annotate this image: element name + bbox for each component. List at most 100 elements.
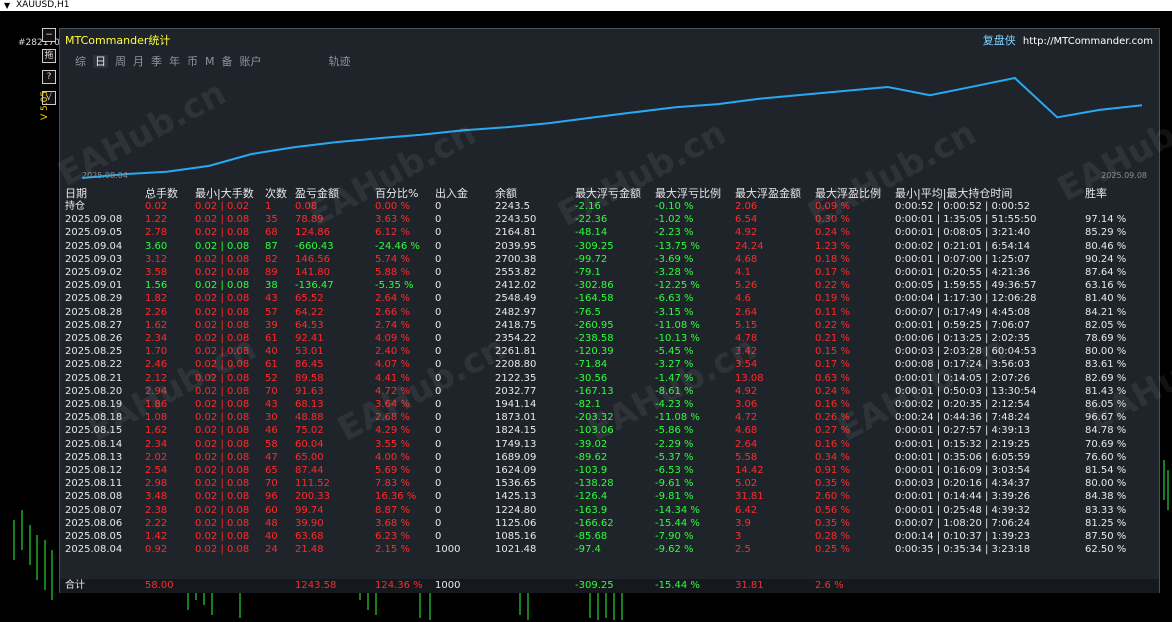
table-cell: 0:00:01 | 0:07:00 | 1:25:07 [895, 253, 1031, 265]
tab-9[interactable]: 账户 [240, 55, 262, 68]
table-cell: 0.24 % [815, 385, 850, 397]
table-cell: 0.02 | 0.08 [195, 214, 250, 226]
table-cell: 0:00:03 | 0:20:16 | 4:34:37 [895, 478, 1031, 490]
table-row[interactable]: 2025.09.01 1.56 0.02 | 0.08 38 -136.47 -5.35 … [60, 279, 1160, 292]
table-row[interactable]: 2025.08.05 1.42 0.02 | 0.08 40 63.68 6.23 % 0 1… [60, 530, 1160, 543]
total-cell: 1000 [435, 580, 461, 591]
total-cell: 31.81 [735, 580, 764, 591]
table-row[interactable]: 2025.08.18 1.08 0.02 | 0.08 30 48.88 2.68 % 0 1… [60, 411, 1160, 424]
window-menu-icon[interactable]: ▼ [4, 0, 10, 11]
tab-8[interactable]: 备 [222, 55, 233, 68]
table-row[interactable]: 2025.08.06 2.22 0.02 | 0.08 48 39.90 3.68 % 0 1… [60, 517, 1160, 530]
table-row[interactable]: 2025.08.13 2.02 0.02 | 0.08 47 65.00 4.00 % 0 1… [60, 451, 1160, 464]
tab-6[interactable]: 币 [187, 55, 198, 68]
column-header: 胜率 [1085, 187, 1107, 200]
table-row[interactable]: 2025.08.21 2.12 0.02 | 0.08 52 89.58 4.41 % 0 2… [60, 372, 1160, 385]
table-row[interactable]: 2025.08.11 2.98 0.02 | 0.08 70 111.52 7.83 % 0… [60, 477, 1160, 490]
table-cell: 99.74 [295, 504, 324, 516]
table-cell: 0 [435, 346, 442, 358]
tab-4[interactable]: 季 [151, 55, 162, 68]
table-cell: 78.89 [295, 214, 324, 226]
table-cell: 0.02 | 0.08 [195, 385, 250, 397]
table-cell: -203.32 [575, 412, 614, 424]
table-cell: 1 [265, 201, 272, 212]
table-row[interactable]: 2025.08.28 2.26 0.02 | 0.08 57 64.22 2.66 % 0 2… [60, 306, 1160, 319]
table-cell: 0:00:06 | 0:13:25 | 2:02:35 [895, 333, 1031, 344]
table-cell: 0.16 % [815, 438, 850, 450]
table-cell: 16.36 % [375, 491, 417, 503]
drag-button[interactable]: 拖 [42, 49, 56, 63]
table-cell: 0.02 | 0.08 [195, 425, 250, 437]
tab-2[interactable]: 周 [115, 55, 126, 68]
brand-url[interactable]: http://MTCommander.com [1023, 36, 1153, 47]
table-row[interactable]: 2025.09.05 2.78 0.02 | 0.08 68 124.86 6.12 % 0… [60, 226, 1160, 239]
table-cell: 1624.09 [495, 465, 537, 476]
table-row[interactable]: 2025.08.19 1.86 0.02 | 0.08 43 68.13 3.64 % 0 1… [60, 398, 1160, 411]
table-cell: 80.00 % [1085, 346, 1127, 358]
table-cell: -103.06 [575, 425, 614, 437]
table-cell: 8.87 % [375, 504, 410, 516]
table-cell: 0 [435, 438, 442, 450]
table-cell: 48 [265, 517, 278, 529]
table-row[interactable]: 2025.09.02 3.58 0.02 | 0.08 89 141.80 5.88 % 0… [60, 266, 1160, 279]
brand-link[interactable]: 复盘侠 http://MTCommander.com [983, 32, 1153, 48]
table-cell: -4.23 % [655, 399, 694, 410]
tab-5[interactable]: 年 [169, 55, 180, 68]
table-cell: 4.68 [735, 253, 758, 265]
table-cell: 24 [265, 544, 278, 556]
table-row[interactable]: 2025.08.14 2.34 0.02 | 0.08 58 60.04 3.55 % 0 1… [60, 438, 1160, 451]
table-cell: -39.02 [575, 438, 608, 450]
tab-10[interactable]: 轨迹 [329, 55, 351, 68]
table-cell: 2.64 % [375, 293, 410, 305]
table-cell: -82.1 [575, 399, 601, 410]
table-cell: 0.30 % [815, 214, 850, 226]
table-cell: 13.08 [735, 372, 764, 384]
table-cell: 58 [265, 438, 278, 450]
minimize-button[interactable]: − [42, 28, 56, 42]
table-cell: 1224.80 [495, 504, 537, 516]
table-row[interactable]: 2025.08.15 1.62 0.02 | 0.08 46 75.02 4.29 % 0 1… [60, 424, 1160, 437]
table-row[interactable]: 2025.08.20 2.94 0.02 | 0.08 70 91.63 4.72 % 0 2… [60, 385, 1160, 398]
table-row[interactable]: 2025.09.08 1.22 0.02 | 0.08 35 78.89 3.63 % 0 2… [60, 213, 1160, 226]
table-cell: 0.02 | 0.08 [195, 412, 250, 424]
table-row[interactable]: 2025.08.12 2.54 0.02 | 0.08 65 87.44 5.69 % 0 1… [60, 464, 1160, 477]
table-cell: 0.18 % [815, 253, 850, 265]
table-row[interactable]: 2025.09.04 3.60 0.02 | 0.08 87 -660.43 -24.46… [60, 240, 1160, 253]
table-cell: 0.02 | 0.08 [195, 372, 250, 384]
table-cell: 0.22 % [815, 280, 850, 292]
tab-1[interactable]: 日 [93, 55, 108, 68]
column-header: 出入金 [435, 187, 468, 200]
table-cell: 3.06 [735, 399, 758, 410]
table-cell: -238.58 [575, 333, 614, 344]
tab-0[interactable]: 综 [75, 55, 86, 68]
column-header: 最大浮亏比例 [655, 187, 721, 200]
tab-7[interactable]: M [205, 55, 215, 68]
table-cell: 0:00:03 | 2:03:28 | 60:04:53 [895, 346, 1037, 358]
table-row[interactable]: 2025.08.07 2.38 0.02 | 0.08 60 99.74 8.87 % 0 1… [60, 504, 1160, 517]
table-cell: 0.35 % [815, 517, 850, 529]
table-cell: 81.25 % [1085, 517, 1127, 529]
table-cell: 89.58 [295, 372, 324, 384]
table-row[interactable]: 2025.08.08 3.48 0.02 | 0.08 96 200.33 16.36 %… [60, 490, 1160, 503]
table-row[interactable]: 2025.09.03 3.12 0.02 | 0.08 82 146.56 5.74 % 0… [60, 253, 1160, 266]
table-cell: 2.15 % [375, 544, 410, 556]
table-row[interactable]: 2025.08.04 0.92 0.02 | 0.08 24 21.48 2.15 % 10… [60, 543, 1160, 556]
table-cell: 2.46 [145, 359, 168, 371]
table-cell: 5.74 % [375, 253, 410, 265]
table-row[interactable]: 2025.08.26 2.34 0.02 | 0.08 61 92.41 4.09 % 0 2… [60, 332, 1160, 345]
table-cell: -13.75 % [655, 240, 700, 252]
table-row[interactable]: 2025.08.22 2.46 0.02 | 0.08 61 86.45 4.07 % 0 2… [60, 358, 1160, 371]
table-row[interactable]: 2025.08.29 1.82 0.02 | 0.08 43 65.52 2.64 % 0 2… [60, 292, 1160, 305]
total-cell: -15.44 % [655, 580, 700, 591]
table-row[interactable]: 2025.08.27 1.62 0.02 | 0.08 39 64.53 2.74 % 0 2… [60, 319, 1160, 332]
table-cell: 0.02 | 0.08 [195, 399, 250, 410]
table-row[interactable]: 2025.08.25 1.70 0.02 | 0.08 40 53.01 2.40 % 0 2… [60, 345, 1160, 358]
help-button[interactable]: ? [42, 70, 56, 84]
table-cell: 5.58 [735, 451, 758, 463]
table-cell: 2.64 [735, 438, 758, 450]
table-row[interactable]: 持仓 0.02 0.02 | 0.02 1 0.08 0.00 % 0 2243.5 -2.16… [60, 200, 1160, 213]
table-cell: 63.16 % [1085, 280, 1127, 292]
tab-3[interactable]: 月 [133, 55, 144, 68]
total-cell: 合计 [65, 580, 85, 591]
table-cell: 2.40 % [375, 346, 410, 358]
